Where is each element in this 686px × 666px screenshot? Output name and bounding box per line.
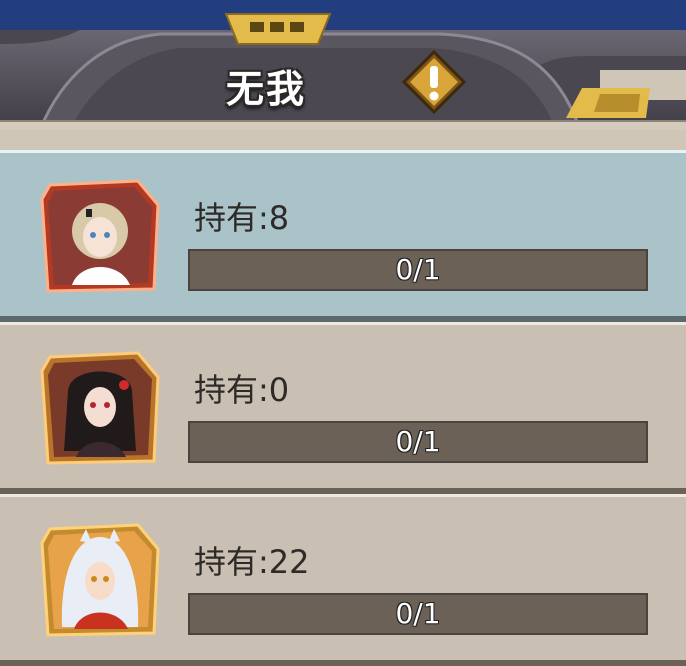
character-portrait [40,523,160,637]
exclamation-icon [401,49,467,115]
title-header: 无我 [0,0,686,150]
progress-text: 0/1 [395,597,441,630]
progress-bar: 0/1 [188,249,648,291]
list-item[interactable]: 持有:0 0/1 [0,322,686,494]
character-portrait [40,179,160,293]
progress-bar: 0/1 [188,593,648,635]
owned-count: 持有:0 [194,371,290,409]
progress-text: 0/1 [395,253,441,286]
owned-count: 持有:22 [194,543,310,581]
list-item[interactable]: 持有:8 0/1 [0,150,686,322]
page-title: 无我 [225,66,306,111]
character-portrait [40,351,160,465]
warning-button[interactable] [401,49,467,115]
owned-count: 持有:8 [194,199,290,237]
list-item[interactable]: 持有:22 0/1 [0,494,686,666]
header-frame [0,13,686,150]
progress-text: 0/1 [395,425,441,458]
progress-bar: 0/1 [188,421,648,463]
